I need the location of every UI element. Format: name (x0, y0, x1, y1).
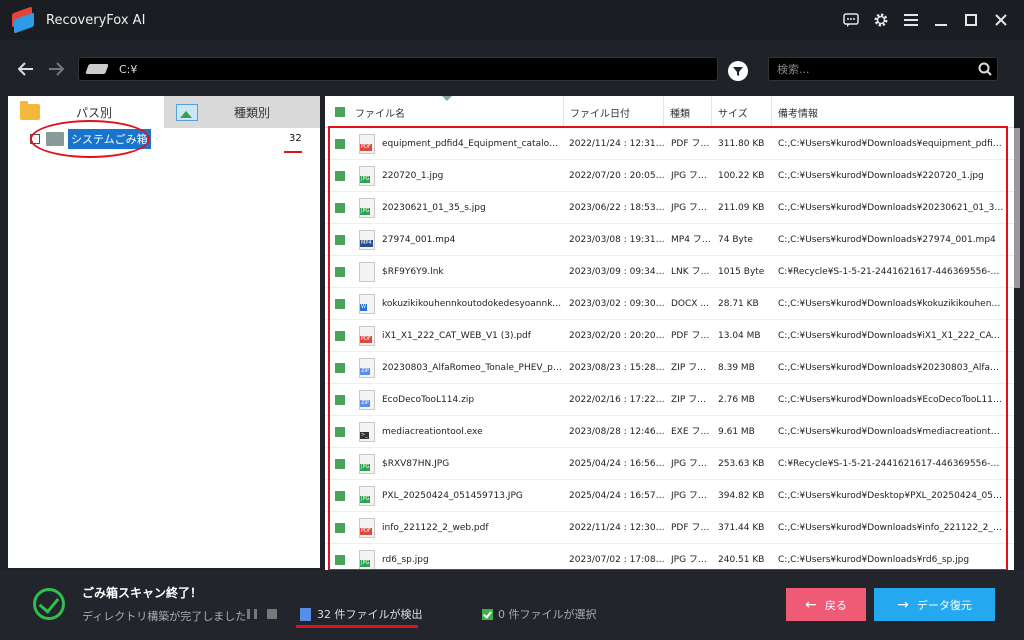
col-header-notes[interactable]: 備考情報 (771, 96, 1014, 128)
app-logo-icon (10, 6, 36, 34)
tab-by-path-label: パス別 (76, 105, 113, 120)
search-box (768, 57, 998, 81)
filter-icon (733, 67, 743, 76)
search-input[interactable] (777, 61, 967, 77)
col-header-type[interactable]: 種類 (663, 96, 711, 128)
back-button-label: 戻る (824, 598, 847, 612)
restore-button-label: データ復元 (916, 598, 972, 612)
back-arrow-icon[interactable] (16, 59, 36, 79)
found-count-text: 32 件ファイルが検出 (317, 608, 423, 621)
status-subtitle: ディレクトリ構築が完了しました (82, 610, 247, 623)
annotation-ellipse (30, 120, 150, 158)
annotation-rectangle (328, 126, 1008, 571)
select-all-checkbox[interactable] (335, 107, 345, 117)
maximize-icon[interactable] (956, 5, 986, 35)
col-header-date[interactable]: ファイル日付 (563, 96, 663, 128)
found-count: 32 件ファイルが検出 (300, 606, 423, 622)
title-bar: RecoveryFox AI (0, 0, 1024, 40)
selected-count-text: 0 件ファイルが選択 (498, 608, 597, 621)
checkbox-icon (482, 608, 493, 620)
annotation-underline (296, 625, 418, 628)
image-icon (176, 103, 198, 121)
left-panel: パス別 種類別 システムごみ箱 32 (8, 96, 320, 568)
close-icon[interactable] (986, 5, 1016, 35)
status-bar (0, 570, 1024, 640)
selected-count: 0 件ファイルが選択 (482, 606, 597, 622)
path-text: C:¥ (119, 62, 138, 76)
tab-by-type[interactable]: 種類別 (164, 96, 320, 128)
annotation-underline (284, 151, 302, 153)
tab-by-type-label: 種類別 (234, 105, 271, 120)
check-circle-icon (33, 588, 65, 620)
scrollbar[interactable] (1014, 128, 1020, 288)
minimize-icon[interactable] (926, 5, 956, 35)
col-header-size[interactable]: サイズ (711, 96, 771, 128)
arrow-right-icon: → (897, 596, 909, 613)
chat-icon[interactable] (836, 5, 866, 35)
forward-arrow-icon[interactable] (46, 59, 66, 79)
back-button[interactable]: ← 戻る (786, 588, 866, 621)
search-button[interactable] (973, 58, 997, 80)
document-icon (300, 607, 311, 621)
app-title: RecoveryFox AI (46, 12, 146, 28)
arrow-left-icon: ← (805, 596, 817, 613)
filter-button[interactable] (728, 61, 748, 81)
col-header-name[interactable]: ファイル名 (349, 96, 563, 128)
menu-icon[interactable] (896, 5, 926, 35)
table-header: ファイル名 ファイル日付 種類 サイズ 備考情報 (325, 96, 1014, 128)
stop-icon[interactable] (267, 609, 277, 619)
folder-icon (20, 101, 40, 120)
restore-button[interactable]: → データ復元 (874, 588, 995, 621)
tree-item-count: 32 (289, 133, 302, 144)
gear-icon[interactable] (866, 5, 896, 35)
search-icon (978, 62, 992, 76)
path-bar[interactable]: C:¥ (78, 57, 718, 81)
drive-icon (85, 64, 109, 74)
pause-icon[interactable] (247, 609, 257, 619)
status-title: ごみ箱スキャン終了！ (82, 586, 203, 600)
